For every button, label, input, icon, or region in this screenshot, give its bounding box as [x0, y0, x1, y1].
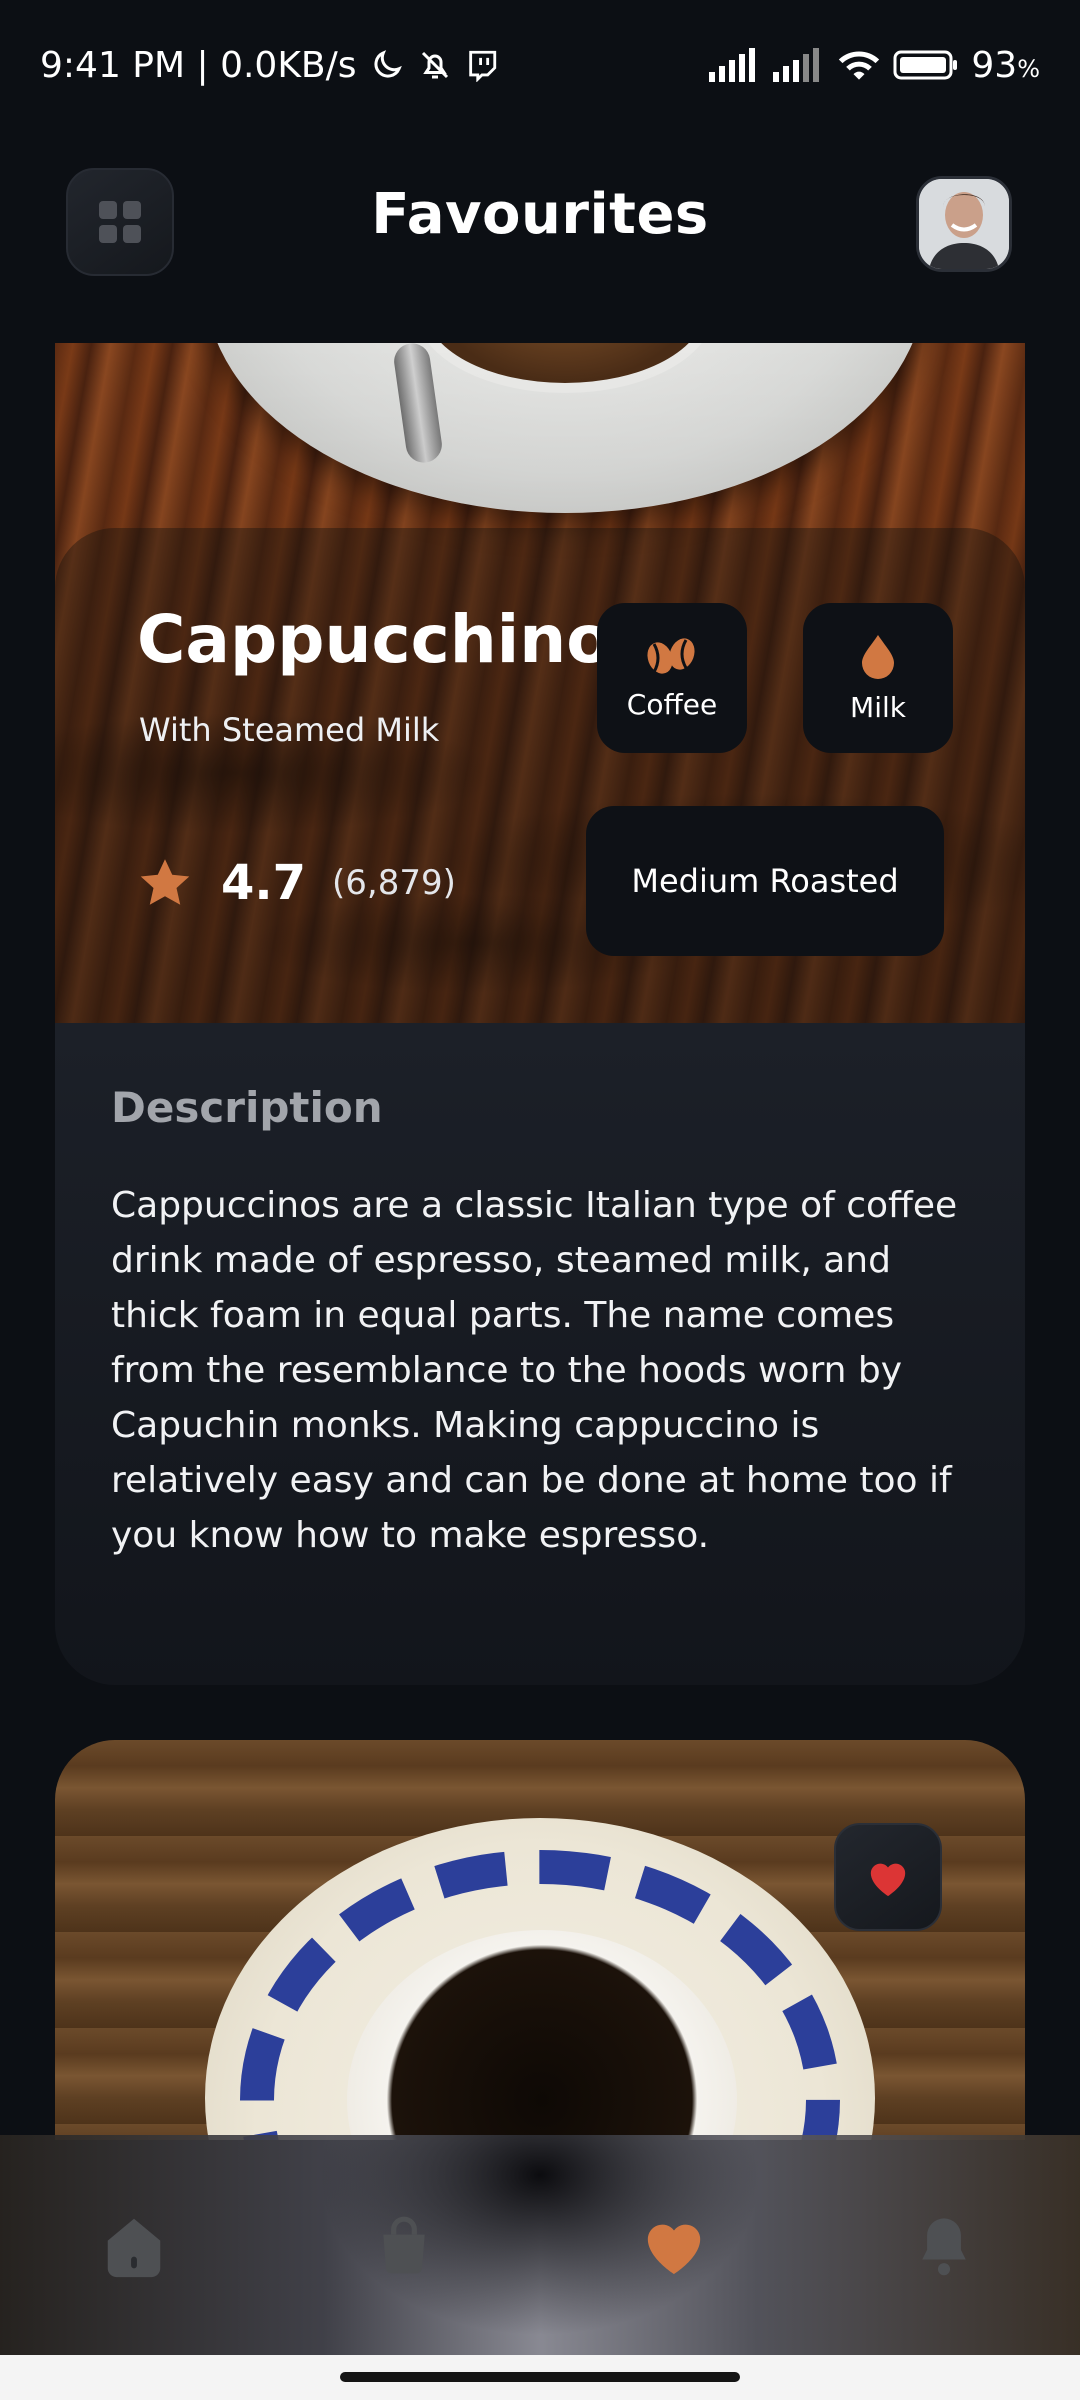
- favourite-card-2[interactable]: [55, 1740, 1025, 2140]
- favourite-toggle-button[interactable]: [834, 1823, 942, 1931]
- coffee-bean-icon: [647, 637, 695, 674]
- battery-level: 93%: [971, 44, 1040, 86]
- header: Favourites: [0, 160, 1080, 280]
- description-text: Cappuccinos are a classic Italian type o…: [111, 1185, 958, 1556]
- milk-drop-icon: [862, 634, 894, 679]
- favourite-card[interactable]: Cappucchino With Steamed Milk 4.7 (6,879…: [55, 343, 1025, 1685]
- twitch-icon: [468, 50, 496, 82]
- wifi-icon: [839, 51, 880, 80]
- description-section: Description Cappuccinos are a classic It…: [55, 1023, 1025, 1685]
- nav-notifications[interactable]: [902, 2203, 986, 2287]
- avatar[interactable]: [916, 176, 1012, 272]
- nav-cart[interactable]: [362, 2203, 446, 2287]
- nav-home[interactable]: [92, 2203, 176, 2287]
- nav-favourites[interactable]: [632, 2203, 716, 2287]
- status-time-speed: 9:41 PM | 0.0KB/s: [40, 44, 357, 86]
- coffee-subtitle: With Steamed Milk: [139, 711, 440, 749]
- description-title: Description: [111, 1083, 383, 1132]
- star-icon: [140, 859, 190, 905]
- bell-off-icon: [421, 51, 448, 79]
- roast-chip: Medium Roasted: [586, 806, 944, 956]
- rating-value: 4.7: [221, 855, 307, 911]
- roast-chip-label: Medium Roasted: [631, 862, 899, 900]
- battery-icon: [893, 50, 958, 80]
- heart-icon: [647, 2224, 701, 2275]
- bell-icon: [922, 2218, 966, 2276]
- home-icon: [107, 2218, 161, 2278]
- milk-chip-label: Milk: [850, 690, 906, 724]
- status-right: 93%: [709, 45, 1040, 86]
- status-bar: 9:41 PM | 0.0KB/s 93%: [0, 0, 1080, 130]
- signal-icon: [773, 48, 820, 82]
- bottom-nav: [0, 2135, 1080, 2355]
- coffee-image: Cappucchino With Steamed Milk 4.7 (6,879…: [55, 343, 1025, 1023]
- milk-chip: Milk: [803, 603, 953, 753]
- heart-icon: [870, 1863, 906, 1897]
- signal-icon: [709, 48, 756, 82]
- profile-avatar: [919, 179, 1009, 269]
- status-left: 9:41 PM | 0.0KB/s: [40, 45, 499, 86]
- coffee-chip-label: Coffee: [626, 687, 718, 721]
- moon-icon: [373, 50, 402, 78]
- coffee-chip: Coffee: [597, 603, 747, 753]
- rating: 4.7 (6,879): [135, 843, 456, 923]
- home-indicator[interactable]: [340, 2372, 740, 2382]
- coffee-name: Cappucchino: [137, 601, 612, 678]
- rating-count: (6,879): [332, 863, 456, 903]
- bag-icon: [383, 2216, 425, 2274]
